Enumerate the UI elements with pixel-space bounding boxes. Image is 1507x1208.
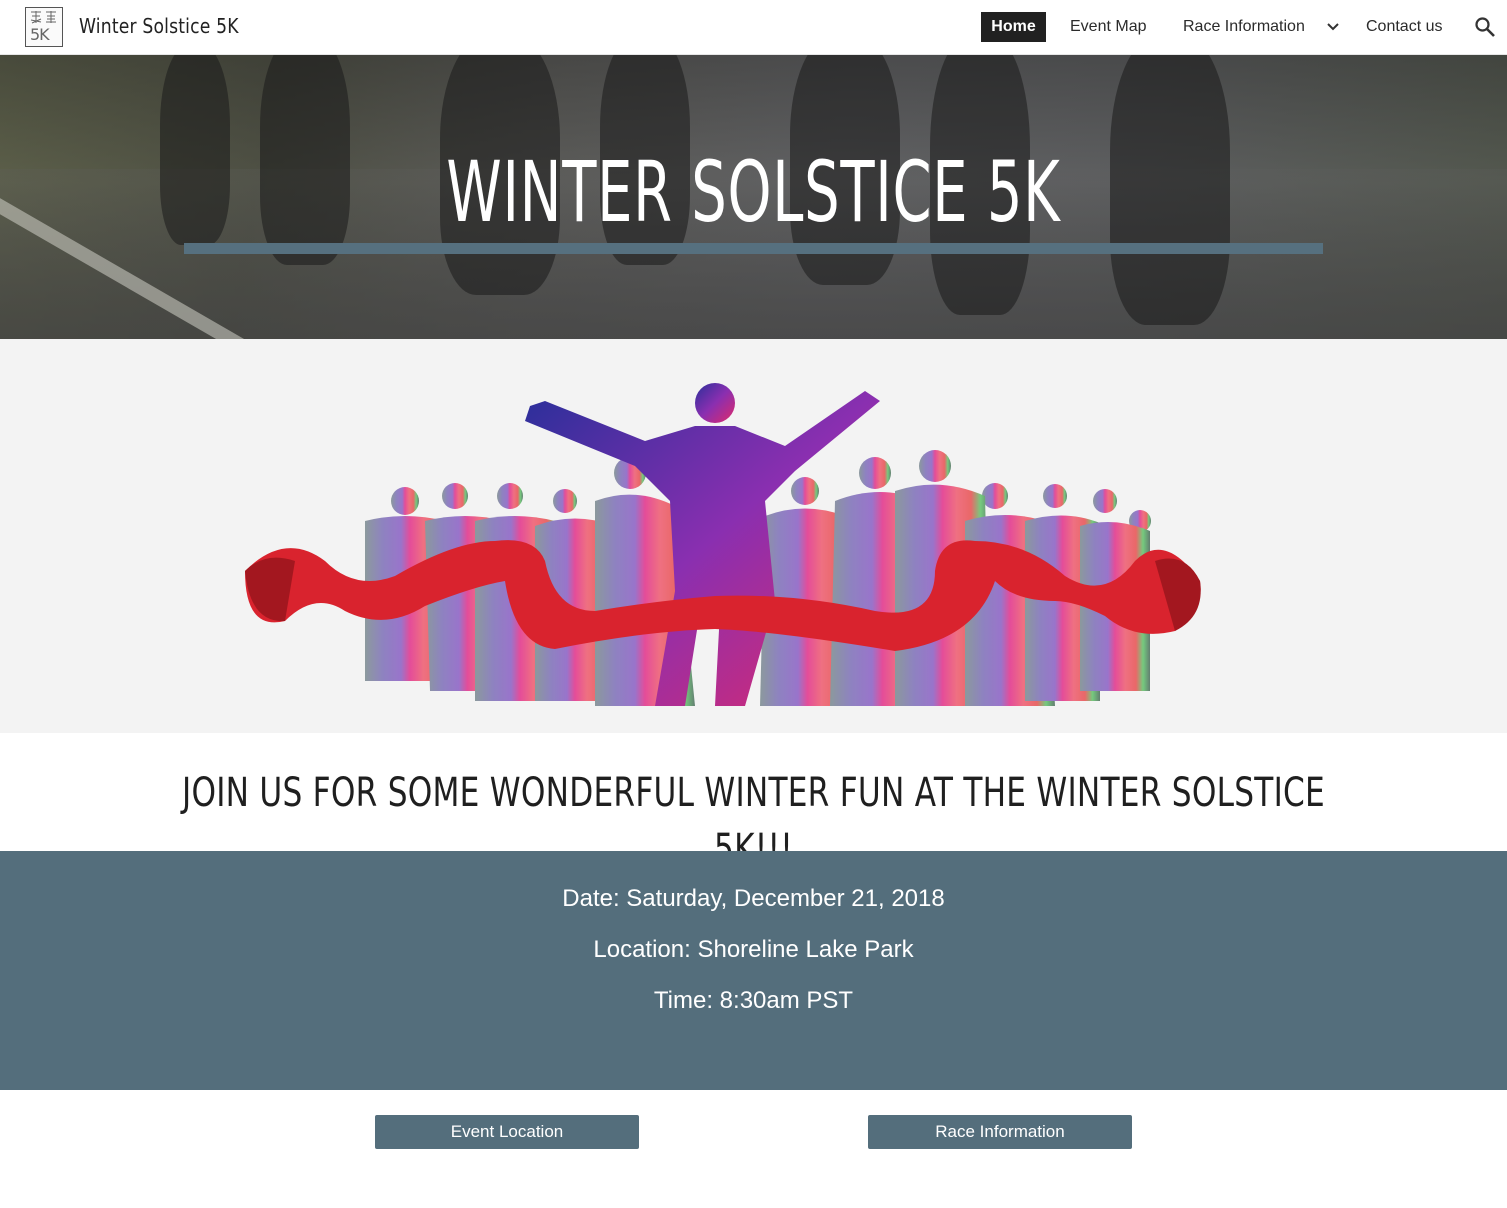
event-time: Time: 8:30am PST: [653, 987, 854, 1014]
nav-event-map[interactable]: Event Map: [1070, 12, 1146, 42]
race-information-button[interactable]: Race Information: [868, 1115, 1132, 1149]
site-title[interactable]: Winter Solstice 5K: [79, 14, 239, 38]
nav-race-information[interactable]: Race Information: [1183, 12, 1305, 42]
hero-banner: WINTER SOLSTICE 5K: [0, 55, 1507, 339]
top-navigation-bar: 5K Winter Solstice 5K Home Event Map Rac…: [0, 0, 1507, 55]
event-details-section: Date: Saturday, December 21, 2018 Locati…: [0, 851, 1507, 1090]
chevron-down-icon[interactable]: [1326, 20, 1340, 34]
hero-title-underline: [184, 243, 1323, 254]
event-date: Date: Saturday, December 21, 2018: [562, 885, 945, 912]
logo-snowflake-icon: [30, 11, 56, 24]
runners-illustration-section: [0, 339, 1507, 733]
event-location-button[interactable]: Event Location: [375, 1115, 639, 1149]
event-location: Location: Shoreline Lake Park: [593, 936, 914, 963]
search-icon[interactable]: [1474, 16, 1496, 38]
logo-text: 5K: [30, 25, 50, 44]
nav-home[interactable]: Home: [981, 12, 1046, 42]
hero-title: WINTER SOLSTICE 5K: [446, 143, 1061, 241]
site-logo[interactable]: 5K: [25, 7, 63, 47]
runners-illustration: [245, 383, 1201, 706]
nav-contact-us[interactable]: Contact us: [1366, 12, 1442, 42]
